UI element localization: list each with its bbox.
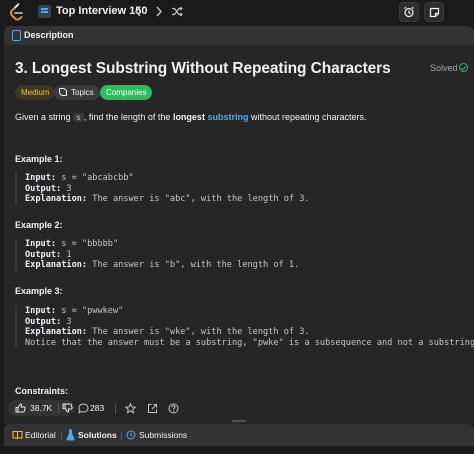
desc-code: s: [73, 113, 84, 122]
help-icon[interactable]: [168, 403, 179, 414]
problem-title[interactable]: 3. Longest Substring Without Repeating C…: [15, 60, 391, 78]
tab-submissions[interactable]: Submissions: [139, 430, 187, 440]
tab-separator: [121, 431, 122, 440]
check-circle-icon: [459, 63, 468, 72]
solved-status: Solved: [430, 63, 458, 73]
difficulty-badge: Medium: [15, 85, 56, 100]
history-icon: [126, 430, 136, 440]
tag-icon: [59, 88, 67, 96]
substring-link[interactable]: substring: [207, 112, 248, 122]
explanation-label: Explanation:: [25, 327, 88, 337]
topics-tag-label: Topics: [71, 88, 94, 97]
explanation-value: The answer is "abc", with the length of …: [92, 194, 310, 204]
description-panel: Description 3. Longest Substring Without…: [4, 26, 474, 424]
tab-description[interactable]: Description: [4, 26, 474, 45]
description-icon: [12, 30, 21, 41]
explanation-value: The answer is "b", with the length of 1.: [92, 260, 300, 270]
comment-icon[interactable]: [78, 403, 89, 414]
share-icon[interactable]: [147, 403, 158, 414]
input-label: Input:: [25, 173, 57, 183]
example-3-block: Input: s = "pwwkew" Output: 3 Explanatio…: [15, 306, 474, 348]
like-divider: [58, 403, 59, 413]
problem-description: Given a string s, find the length of the…: [15, 112, 367, 122]
timer-button[interactable]: [399, 2, 419, 22]
star-icon[interactable]: [125, 403, 136, 414]
output-value: 3: [66, 316, 72, 327]
input-value: s = "abcabcbb": [61, 173, 134, 183]
notes-icon: [429, 7, 439, 17]
desc-prefix: Given a string: [15, 112, 74, 122]
problem-list-icon[interactable]: [38, 5, 51, 18]
input-value: s = "pwwkew": [61, 306, 124, 316]
action-divider: [115, 404, 116, 414]
like-dislike-group: 38.7K: [8, 400, 74, 416]
input-value: s = "bbbbb": [61, 239, 119, 249]
thumbs-down-icon[interactable]: [62, 403, 73, 413]
problem-action-bar: 38.7K 283: [4, 396, 474, 422]
output-value: 1: [66, 249, 72, 260]
example-3-heading: Example 3:: [15, 286, 63, 296]
like-count: 38.7K: [30, 403, 53, 413]
tab-separator: [61, 431, 62, 440]
topics-tag-button[interactable]: Topics: [54, 85, 100, 100]
explanation-note: Notice that the answer must be a substri…: [25, 337, 474, 348]
example-1-block: Input: s = "abcabcbb" Output: 3 Explanat…: [15, 173, 310, 205]
companies-tag-button[interactable]: Companies: [100, 85, 153, 100]
alarm-icon: [404, 6, 414, 18]
tab-editorial[interactable]: Editorial: [25, 430, 56, 440]
panel-resize-handle[interactable]: [232, 420, 246, 422]
leetcode-logo[interactable]: [9, 3, 25, 21]
desc-bold: longest: [172, 112, 205, 122]
output-value: 3: [66, 183, 72, 194]
example-2-heading: Example 2:: [15, 220, 63, 230]
tab-description-label: Description: [24, 30, 74, 40]
explanation-label: Explanation:: [25, 194, 88, 204]
chevron-right-icon[interactable]: [155, 6, 163, 17]
desc-mid: , find the length of the: [83, 112, 173, 122]
comment-count[interactable]: 283: [90, 403, 104, 413]
output-label: Output:: [25, 183, 62, 194]
desc-suffix: without repeating characters.: [248, 112, 367, 122]
constraints-heading: Constraints:: [15, 386, 69, 396]
explanation-label: Explanation:: [25, 260, 88, 270]
output-label: Output:: [25, 249, 62, 260]
shuffle-icon[interactable]: [171, 6, 183, 17]
editorial-book-icon: [12, 431, 23, 440]
output-label: Output:: [25, 316, 62, 327]
notes-button[interactable]: [424, 2, 444, 22]
example-2-block: Input: s = "bbbbb" Output: 1 Explanation…: [15, 239, 299, 271]
explanation-value: The answer is "wke", with the length of …: [92, 327, 310, 337]
top-navigation-bar: Top Interview 150: [0, 0, 474, 24]
flask-icon: [66, 429, 75, 441]
input-label: Input:: [25, 306, 57, 316]
chevron-left-icon[interactable]: [134, 6, 142, 17]
example-1-heading: Example 1:: [15, 154, 63, 164]
input-label: Input:: [25, 239, 57, 249]
tab-solutions[interactable]: Solutions: [78, 430, 117, 440]
bottom-tab-bar: Editorial Solutions Submissions: [4, 424, 474, 446]
thumbs-up-icon[interactable]: [15, 403, 26, 413]
